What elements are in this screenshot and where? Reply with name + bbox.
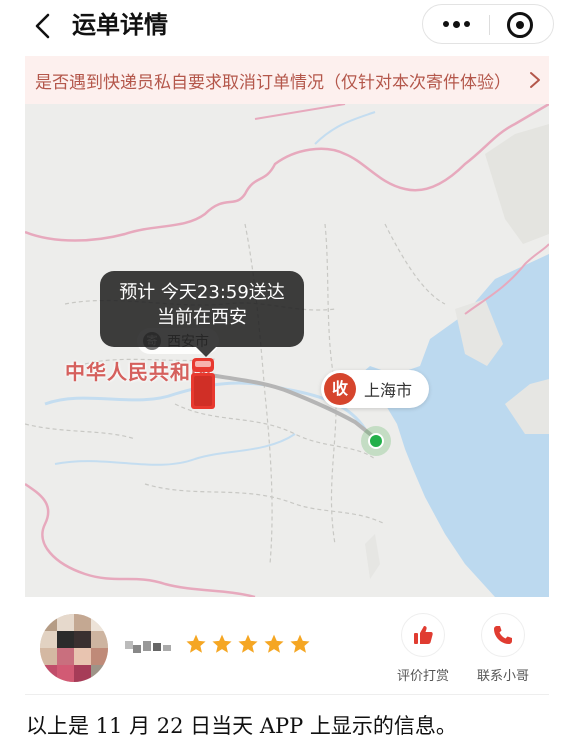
truck-icon[interactable] <box>188 356 218 412</box>
thumbs-up-icon <box>414 626 433 644</box>
caption-text: 以上是 11 月 22 日当天 APP 上显示的信息。 <box>26 714 457 738</box>
destination-dot <box>361 426 391 456</box>
rate-circle <box>401 613 445 657</box>
taiwan-island <box>365 534 380 579</box>
contact-courier-label: 联系小哥 <box>476 669 529 684</box>
eta-text: 预计 今天23:59送达 <box>119 282 285 303</box>
courier-card: 评价打赏 联系小哥 <box>25 597 549 695</box>
star-icon <box>290 634 310 653</box>
rate-tip-button[interactable]: 评价打赏 <box>383 613 463 685</box>
star-icon <box>264 634 284 653</box>
notice-text: 是否遇到快递员私自要求取消订单情况（仅针对本次寄件体验） <box>35 72 511 93</box>
courier-avatar[interactable] <box>40 614 108 682</box>
notice-banner[interactable]: 是否遇到快递员私自要求取消订单情况（仅针对本次寄件体验） <box>25 56 549 104</box>
rating-stars <box>185 633 311 655</box>
contact-circle <box>481 613 525 657</box>
chevron-left-icon <box>35 13 50 39</box>
river <box>54 433 296 466</box>
current-location-text: 当前在西安 <box>157 307 247 328</box>
contact-courier-button[interactable]: 联系小哥 <box>463 613 543 685</box>
destination-marker[interactable]: 收 上海市 <box>321 370 429 408</box>
star-icon <box>212 634 232 653</box>
destination-badge: 收 <box>324 373 356 405</box>
map-base <box>25 104 549 597</box>
star-icon <box>238 634 258 653</box>
rate-tip-label: 评价打赏 <box>396 669 449 684</box>
eta-tooltip: 预计 今天23:59送达 当前在西安 <box>100 271 304 357</box>
top-bar: 运单详情 <box>0 0 588 52</box>
mini-program-capsule <box>422 4 554 44</box>
close-mini-program-button[interactable] <box>507 12 533 38</box>
more-menu-button[interactable] <box>423 5 489 43</box>
page-title: 运单详情 <box>72 11 168 39</box>
chevron-right-icon <box>530 72 540 88</box>
destination-city-label: 上海市 <box>364 381 413 400</box>
phone-icon <box>494 626 512 644</box>
courier-name-mosaic <box>125 641 171 653</box>
back-button[interactable] <box>26 8 62 44</box>
capsule-divider <box>489 15 490 35</box>
tracking-map[interactable]: 寄 西安市 中华人民共和国 预计 今天23:59送达 当前在西安 收 上海市 <box>25 104 549 597</box>
country-border <box>25 104 549 242</box>
more-dots-icon <box>442 21 449 27</box>
star-icon <box>186 634 206 653</box>
